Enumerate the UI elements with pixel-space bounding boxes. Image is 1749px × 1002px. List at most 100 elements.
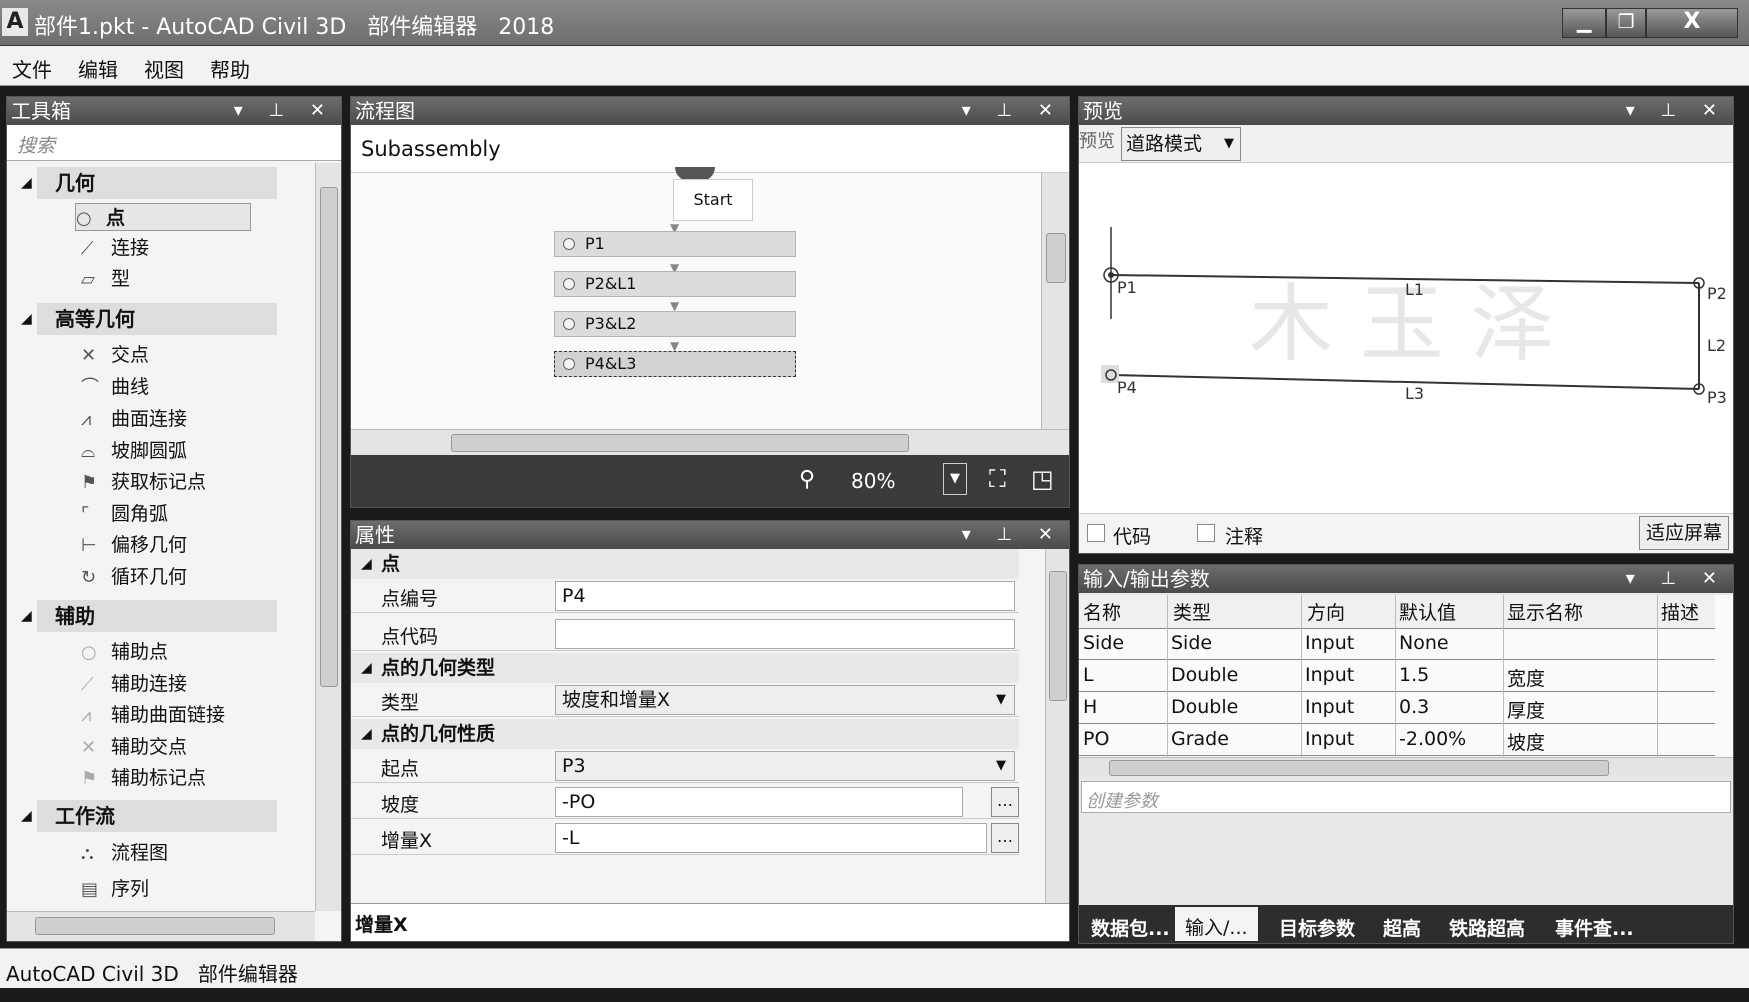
tool-loop-geometry[interactable]: ↻ 循环几何 xyxy=(81,563,187,591)
tool-get-mark-point[interactable]: ⚑ 获取标记点 xyxy=(81,468,206,496)
panel-controls[interactable]: ▾ ⊥ ✕ xyxy=(962,521,1063,549)
group-workflow[interactable]: ◢ 工作流 xyxy=(21,800,277,832)
flowchart-vscroll[interactable] xyxy=(1041,173,1069,429)
slope-expression-button[interactable]: … xyxy=(991,787,1019,817)
fit-screen-button[interactable]: 适应屏幕 xyxy=(1639,516,1729,550)
toolbox-hscroll[interactable] xyxy=(7,911,315,941)
toolbox-search[interactable]: 搜索 xyxy=(7,125,341,161)
col-description[interactable]: 描述 xyxy=(1661,598,1699,625)
flowchart-vscroll-thumb[interactable] xyxy=(1046,233,1066,283)
menu-file[interactable]: 文件 xyxy=(12,54,52,83)
properties-vscroll[interactable] xyxy=(1045,549,1069,903)
codes-label: 代码 xyxy=(1113,526,1152,548)
tab-superelevation[interactable]: 超高 xyxy=(1383,914,1421,941)
tool-aux-mark-point[interactable]: ⚑ 辅助标记点 xyxy=(81,764,206,792)
tool-aux-surface-link[interactable]: ⩘ 辅助曲面链接 xyxy=(81,701,225,729)
tool-point[interactable]: ○ 点 xyxy=(75,203,251,231)
flow-node-p4l3[interactable]: P4&L3 xyxy=(554,351,796,377)
menu-view[interactable]: 视图 xyxy=(144,54,184,83)
tool-intersection[interactable]: ✕ 交点 xyxy=(81,341,149,369)
tool-sequence[interactable]: ▤ 序列 xyxy=(81,875,149,903)
toolbox-hscroll-thumb[interactable] xyxy=(35,917,275,935)
params-hscroll-thumb[interactable] xyxy=(1109,760,1609,776)
search-icon[interactable]: ⚲ xyxy=(799,467,815,492)
flowchart-canvas[interactable]: Start ▼ P1 ▼ P2&L1 ▼ P3&L2 ▼ P4&L3 xyxy=(351,167,1041,429)
table-row[interactable]: Side Side Input None xyxy=(1079,629,1715,660)
label-p2: P2 xyxy=(1707,284,1727,303)
tool-surface-link[interactable]: ⩘ 曲面连接 xyxy=(81,405,187,433)
category-point[interactable]: ◢ 点 xyxy=(351,549,1019,579)
row-point-number: 点编号 P4 xyxy=(351,579,1019,613)
panel-controls[interactable]: ▾ ⊥ ✕ xyxy=(1626,565,1727,593)
table-row[interactable]: L Double Input 1.5 宽度 xyxy=(1079,661,1715,692)
category-geom-type[interactable]: ◢ 点的几何类型 xyxy=(351,653,1019,683)
tool-flowchart[interactable]: ⛬ 流程图 xyxy=(81,839,168,867)
type-select[interactable]: 坡度和增量X ▼ xyxy=(555,685,1015,715)
category-geom-props[interactable]: ◢ 点的几何性质 xyxy=(351,719,1019,749)
col-default[interactable]: 默认值 xyxy=(1399,598,1456,625)
from-point-select[interactable]: P3 ▼ xyxy=(555,751,1015,781)
minimize-button[interactable]: ▁ xyxy=(1562,8,1606,38)
group-auxiliary[interactable]: ◢ 辅助 xyxy=(21,600,277,632)
panel-controls[interactable]: ▾ ⊥ ✕ xyxy=(234,97,335,125)
point-code-field[interactable] xyxy=(555,619,1015,649)
table-row[interactable]: H Double Input 0.3 厚度 xyxy=(1079,693,1715,724)
tab-event-viewer[interactable]: 事件查... xyxy=(1555,914,1634,941)
flow-node-p3l2[interactable]: P3&L2 xyxy=(554,311,796,337)
tool-fillet-arc[interactable]: ⌜ 圆角弧 xyxy=(81,500,168,528)
col-display-name[interactable]: 显示名称 xyxy=(1507,598,1583,625)
tool-shape[interactable]: ▱ 型 xyxy=(81,265,130,293)
annotations-checkbox[interactable] xyxy=(1197,524,1215,542)
label-p3: P3 xyxy=(1707,388,1727,407)
delta-x-field[interactable]: -L xyxy=(555,823,987,853)
slope-field[interactable]: -PO xyxy=(555,787,963,817)
properties-vscroll-thumb[interactable] xyxy=(1049,571,1067,701)
menu-help[interactable]: 帮助 xyxy=(210,54,250,83)
tab-rail-superelevation[interactable]: 铁路超高 xyxy=(1449,914,1525,941)
create-param-input[interactable]: 创建参数 xyxy=(1081,781,1731,813)
preview-mode-select[interactable]: 道路模式 ▼ xyxy=(1121,127,1241,161)
flowchart-hscroll[interactable] xyxy=(351,429,1069,455)
params-hscroll[interactable] xyxy=(1079,757,1733,777)
tool-curve[interactable]: ⌒ 曲线 xyxy=(81,373,149,401)
panel-controls[interactable]: ▾ ⊥ ✕ xyxy=(962,97,1063,125)
property-grid: ◢ 点 点编号 P4 点代码 ◢ 点的几何类型 类型 坡度和增量X ▼ ◢ 点的几何性质… xyxy=(351,549,1045,903)
codes-checkbox[interactable] xyxy=(1087,524,1105,542)
group-advanced-geometry[interactable]: ◢ 高等几何 xyxy=(21,303,277,335)
close-button[interactable]: X xyxy=(1646,8,1738,38)
fit-view-icon[interactable]: ⛶ xyxy=(989,465,1006,493)
offset-icon: ⊢ xyxy=(81,535,97,556)
start-node[interactable]: Start xyxy=(673,179,753,221)
group-geometry[interactable]: ◢ 几何 xyxy=(21,167,277,199)
sequence-icon: ▤ xyxy=(81,879,99,900)
tool-link[interactable]: ⟋ 连接 xyxy=(81,234,149,262)
tool-offset-geometry[interactable]: ⊢ 偏移几何 xyxy=(81,531,187,559)
tool-aux-link[interactable]: ⟋ 辅助连接 xyxy=(81,670,187,698)
col-direction[interactable]: 方向 xyxy=(1307,598,1345,625)
point-number-field[interactable]: P4 xyxy=(555,581,1015,611)
flow-node-p1[interactable]: P1 xyxy=(554,231,796,257)
flow-node-p2l1[interactable]: P2&L1 xyxy=(554,271,796,297)
delta-x-expression-button[interactable]: … xyxy=(991,823,1019,853)
menu-bar: 文件 编辑 视图 帮助 xyxy=(0,46,1749,86)
restore-button[interactable]: ❐ xyxy=(1606,8,1646,38)
tab-input-output[interactable]: 输入/... xyxy=(1175,907,1258,941)
tab-target-params[interactable]: 目标参数 xyxy=(1279,914,1355,941)
panel-controls[interactable]: ▾ ⊥ ✕ xyxy=(1626,97,1727,125)
tool-aux-intersection[interactable]: ✕ 辅助交点 xyxy=(81,733,187,761)
zoom-dropdown-icon[interactable]: ▼ xyxy=(943,463,967,495)
col-type[interactable]: 类型 xyxy=(1173,598,1211,625)
table-row[interactable]: PO Grade Input -2.00% 坡度 xyxy=(1079,725,1715,756)
toolbox-vscroll-thumb[interactable] xyxy=(320,187,338,687)
overview-icon[interactable]: ◳ xyxy=(1031,465,1054,493)
toolbox-vscroll[interactable] xyxy=(315,163,341,911)
params-header: 输入/输出参数 ▾ ⊥ ✕ xyxy=(1079,565,1733,593)
tab-data-package[interactable]: 数据包... xyxy=(1091,914,1170,941)
flowchart-hscroll-thumb[interactable] xyxy=(451,434,909,452)
tool-aux-point[interactable]: ○ 辅助点 xyxy=(81,638,168,666)
menu-edit[interactable]: 编辑 xyxy=(78,54,118,83)
node-circle-icon xyxy=(563,238,575,250)
col-name[interactable]: 名称 xyxy=(1083,598,1121,625)
preview-canvas[interactable]: 木 玉 泽 P1 P2 P3 P4 L1 L2 L3 xyxy=(1079,163,1733,503)
tool-toe-arc[interactable]: ⌓ 坡脚圆弧 xyxy=(81,437,187,465)
